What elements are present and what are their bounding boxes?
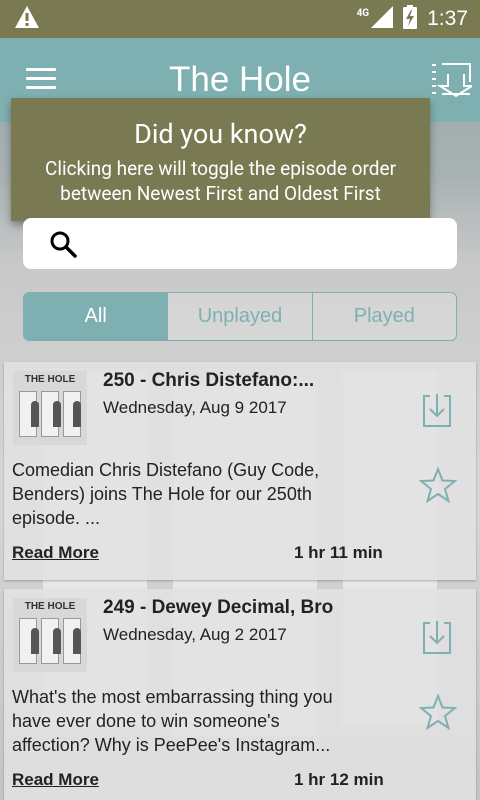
- episode-duration: 1 hr 12 min: [294, 770, 384, 789]
- thumbnail-logo: THE HOLE: [24, 601, 76, 612]
- episode-title: 249 - Dewey Decimal, Bro: [103, 597, 334, 618]
- favorite-star-icon[interactable]: [418, 466, 458, 504]
- episode-duration: 1 hr 11 min: [294, 543, 383, 562]
- status-right: 4G 1:37: [357, 5, 468, 33]
- tooltip-title: Did you know?: [134, 118, 307, 150]
- signal-icon: [371, 6, 394, 32]
- search-icon: [49, 230, 77, 258]
- sort-order-tooltip[interactable]: Did you know? Clicking here will toggle …: [11, 98, 430, 221]
- favorite-star-icon[interactable]: [418, 693, 458, 731]
- episode-description-line-3: episode. ...: [12, 508, 101, 528]
- tooltip-body-line-2: between Newest First and Oldest First: [60, 182, 381, 205]
- search-bar[interactable]: [23, 218, 457, 269]
- tab-all[interactable]: All: [24, 293, 168, 340]
- battery-charging-icon: [403, 5, 418, 33]
- episode-thumbnail: THE HOLE: [13, 598, 87, 672]
- download-icon[interactable]: [422, 619, 452, 655]
- episode-description-line-3: affection? Why is PeePee's Instagram...: [12, 735, 331, 755]
- status-bar: 4G 1:37: [0, 0, 480, 38]
- tab-played[interactable]: Played: [311, 293, 456, 340]
- tooltip-body-line-1: Clicking here will toggle the episode or…: [44, 157, 397, 180]
- download-icon[interactable]: [422, 392, 452, 428]
- episode-description: Comedian Chris Distefano (Guy Code, Bend…: [12, 458, 412, 530]
- tooltip-body: Clicking here will toggle the episode or…: [11, 156, 430, 206]
- warning-icon: [14, 5, 40, 33]
- episode-card[interactable]: THE HOLE 250 - Chris Distefano:... Wedne…: [4, 362, 476, 580]
- read-more-link[interactable]: Read More: [12, 770, 99, 790]
- sort-order-icon[interactable]: [430, 62, 476, 98]
- episode-date: Wednesday, Aug 2 2017: [103, 625, 287, 644]
- search-input[interactable]: [93, 226, 443, 261]
- episode-description-line-2: Benders) joins The Hole for our 250th: [12, 484, 312, 504]
- episode-date: Wednesday, Aug 9 2017: [103, 398, 287, 417]
- tab-unplayed[interactable]: Unplayed: [167, 293, 311, 340]
- app-title: The Hole: [168, 60, 312, 99]
- episode-thumbnail: THE HOLE: [13, 371, 87, 445]
- episode-title: 250 - Chris Distefano:...: [103, 370, 315, 391]
- read-more-link[interactable]: Read More: [12, 543, 99, 563]
- episode-description-line-1: What's the most embarrassing thing you: [12, 687, 333, 707]
- network-type: 4G: [356, 7, 370, 19]
- thumbnail-logo: THE HOLE: [24, 374, 76, 385]
- episode-description: What's the most embarrassing thing you h…: [12, 685, 412, 757]
- episode-filter-tabs: All Unplayed Played: [23, 292, 457, 341]
- episode-card[interactable]: THE HOLE 249 - Dewey Decimal, Bro Wednes…: [4, 589, 476, 800]
- episode-description-line-2: have ever done to win someone's: [12, 711, 280, 731]
- status-time: 1:37: [427, 7, 468, 30]
- episode-description-line-1: Comedian Chris Distefano (Guy Code,: [12, 460, 320, 480]
